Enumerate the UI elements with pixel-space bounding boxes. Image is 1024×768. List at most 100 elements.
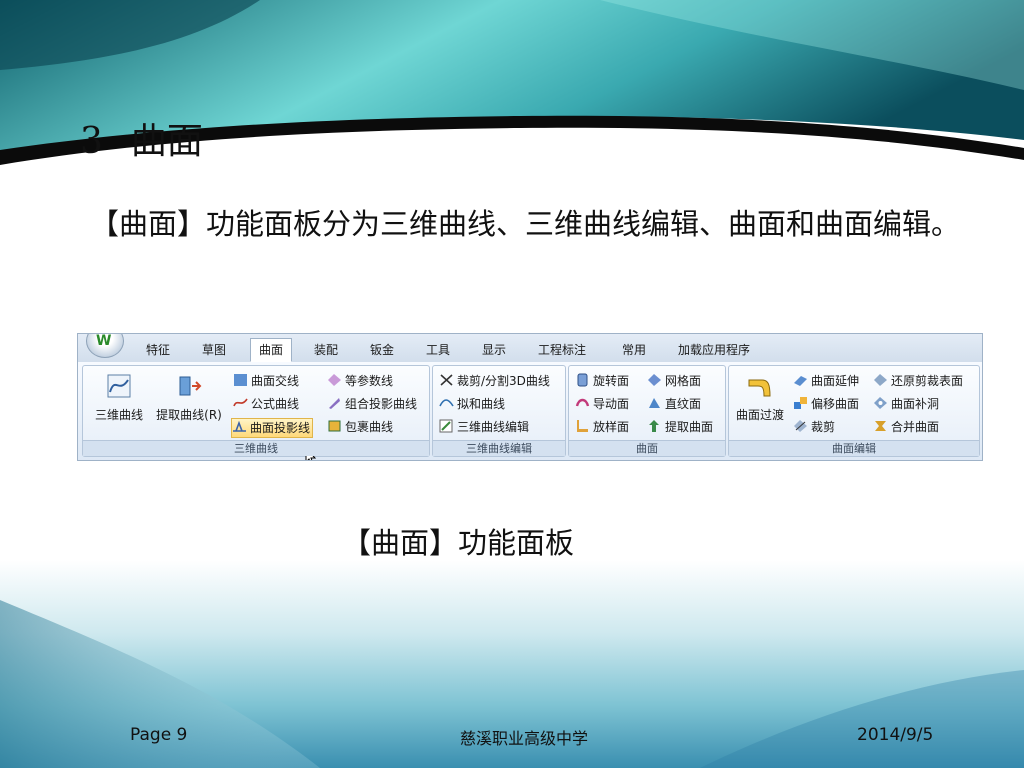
extract-curve-icon	[179, 376, 202, 396]
mesh-surface-icon	[648, 374, 661, 386]
extract-surface-icon	[649, 420, 659, 432]
trim-surface-icon	[794, 420, 807, 432]
curve3d-label: 三维曲线	[94, 408, 143, 422]
restore-trimmed-surface-button[interactable]: 还原剪裁表面	[873, 372, 963, 390]
extract-curve-button[interactable]: 提取曲线(R)	[151, 372, 227, 423]
app-logo-icon: W	[96, 333, 112, 349]
isoparametric-line-icon	[328, 374, 341, 386]
surface-projection-icon	[233, 420, 246, 432]
fit-curve-label: 拟和曲线	[457, 397, 506, 411]
group-surface-edit: 曲面过渡 曲面延伸 还原剪裁表面 偏移曲面 曲面补洞 裁剪 合并曲面 曲面编辑	[728, 365, 980, 457]
surface-extend-button[interactable]: 曲面延伸	[793, 372, 859, 390]
wrap-curve-button[interactable]: 包裹曲线	[327, 418, 393, 436]
curve3d-button[interactable]: 三维曲线	[89, 372, 149, 423]
patch-hole-icon	[874, 397, 887, 409]
group-label-curve-edit: 三维曲线编辑	[433, 440, 565, 456]
surface-intersection-label: 曲面交线	[251, 374, 300, 388]
sweep-surface-label: 导动面	[593, 397, 630, 411]
surface-blend-label: 曲面过渡	[735, 408, 784, 422]
body-paragraph: 【曲面】功能面板分为三维曲线、三维曲线编辑、曲面和曲面编辑。	[90, 207, 961, 241]
ribbon-screenshot: W 特征 草图 曲面 装配 钣金 工具 显示 工程标注 常用 加载应用程序 三维…	[77, 333, 983, 461]
tab-tools[interactable]: 工具	[426, 339, 450, 361]
surface-projection-label: 曲面投影线	[250, 421, 311, 435]
tab-common[interactable]: 常用	[622, 339, 646, 361]
figure-caption: 【曲面】功能面板	[342, 526, 575, 560]
fit-curve-button[interactable]: 拟和曲线	[439, 395, 505, 413]
surface-projection-line-button[interactable]: 曲面投影线	[231, 418, 314, 438]
surface-patch-hole-button[interactable]: 曲面补洞	[873, 395, 939, 413]
tab-load-apps[interactable]: 加载应用程序	[678, 339, 750, 361]
surface-intersection-icon	[234, 374, 247, 386]
merge-surface-icon	[875, 421, 886, 431]
scissors-icon	[440, 374, 453, 386]
surface-extend-icon	[794, 376, 807, 386]
merge-surface-button[interactable]: 合并曲面	[873, 418, 939, 436]
surface-extend-label: 曲面延伸	[811, 374, 860, 388]
revolve-surface-button[interactable]: 旋转面	[575, 372, 629, 390]
group-surface: 旋转面 网格面 导动面 直纹面 放样面 提取曲面 曲面	[568, 365, 726, 457]
restore-surface-icon	[874, 374, 887, 386]
app-menu-button[interactable]: W	[86, 333, 124, 358]
formula-curve-label: 公式曲线	[251, 397, 300, 411]
wrap-curve-label: 包裹曲线	[345, 420, 394, 434]
loft-surface-button[interactable]: 放样面	[575, 418, 629, 436]
restore-trimmed-surface-label: 还原剪裁表面	[891, 374, 964, 388]
combined-projection-curve-button[interactable]: 组合投影曲线	[327, 395, 417, 413]
trim-surface-label: 裁剪	[811, 420, 836, 434]
group-label-surface: 曲面	[569, 440, 725, 456]
merge-surface-label: 合并曲面	[891, 420, 940, 434]
slide-title: 3 曲面	[80, 112, 203, 164]
tab-drawing-annotation[interactable]: 工程标注	[538, 339, 586, 361]
sweep-surface-button[interactable]: 导动面	[575, 395, 629, 413]
ribbon-tab-bar: W 特征 草图 曲面 装配 钣金 工具 显示 工程标注 常用 加载应用程序	[78, 334, 982, 363]
surface-blend-button[interactable]: 曲面过渡	[731, 372, 789, 423]
group-curve3d: 三维曲线 提取曲线(R) 曲面交线 等参数线 公式曲线 组合投影曲线 曲面投影线…	[82, 365, 430, 460]
combined-projection-label: 组合投影曲线	[345, 397, 418, 411]
surface-patch-hole-label: 曲面补洞	[891, 397, 940, 411]
offset-surface-icon	[794, 397, 807, 409]
curve3d-icon	[107, 374, 131, 398]
edit-3d-curve-button[interactable]: 三维曲线编辑	[439, 418, 529, 436]
ribbon-panel: 三维曲线 提取曲线(R) 曲面交线 等参数线 公式曲线 组合投影曲线 曲面投影线…	[78, 362, 982, 460]
loft-surface-icon	[577, 420, 588, 432]
formula-curve-icon	[233, 398, 248, 407]
wrap-curve-icon	[328, 420, 341, 432]
revolve-surface-label: 旋转面	[593, 374, 630, 388]
trim-split-3d-curve-button[interactable]: 裁剪/分割3D曲线	[439, 372, 550, 390]
ruled-surface-label: 直纹面	[665, 397, 702, 411]
tab-features[interactable]: 特征	[146, 339, 170, 361]
loft-surface-label: 放样面	[593, 420, 630, 434]
title-text: 曲面	[130, 121, 203, 162]
surface-blend-icon	[748, 379, 771, 397]
tab-sketch[interactable]: 草图	[202, 339, 226, 361]
trim-split-label: 裁剪/分割3D曲线	[457, 374, 550, 388]
title-number: 3	[80, 121, 103, 162]
tab-display[interactable]: 显示	[482, 339, 506, 361]
group-label-surface-edit: 曲面编辑	[729, 440, 979, 456]
trim-surface-button[interactable]: 裁剪	[793, 418, 835, 436]
mesh-surface-label: 网格面	[665, 374, 702, 388]
isoparametric-line-label: 等参数线	[345, 374, 394, 388]
fit-curve-icon	[439, 399, 454, 407]
tab-sheet-metal[interactable]: 钣金	[370, 339, 394, 361]
sweep-surface-icon	[575, 398, 590, 407]
extract-surface-button[interactable]: 提取曲面	[647, 418, 713, 436]
offset-surface-label: 偏移曲面	[811, 397, 860, 411]
offset-surface-button[interactable]: 偏移曲面	[793, 395, 859, 413]
revolve-surface-icon	[577, 373, 588, 387]
tab-surface[interactable]: 曲面	[250, 338, 293, 362]
extract-curve-label: 提取曲线(R)	[156, 408, 222, 422]
slide-date: 2014/9/5	[857, 725, 934, 745]
surface-intersection-button[interactable]: 曲面交线	[233, 372, 299, 390]
ruled-surface-button[interactable]: 直纹面	[647, 395, 701, 413]
edit-curve-icon	[439, 419, 453, 433]
group-curve-edit: 裁剪/分割3D曲线 拟和曲线 三维曲线编辑 三维曲线编辑	[432, 365, 566, 457]
school-name: 慈溪职业高级中学	[460, 729, 589, 748]
extract-surface-label: 提取曲面	[665, 420, 714, 434]
tab-assembly[interactable]: 装配	[314, 339, 338, 361]
group-label-curve3d: 三维曲线	[83, 440, 429, 456]
edit-3d-curve-label: 三维曲线编辑	[457, 420, 530, 434]
isoparametric-line-button[interactable]: 等参数线	[327, 372, 393, 390]
formula-curve-button[interactable]: 公式曲线	[233, 395, 299, 413]
mesh-surface-button[interactable]: 网格面	[647, 372, 701, 390]
